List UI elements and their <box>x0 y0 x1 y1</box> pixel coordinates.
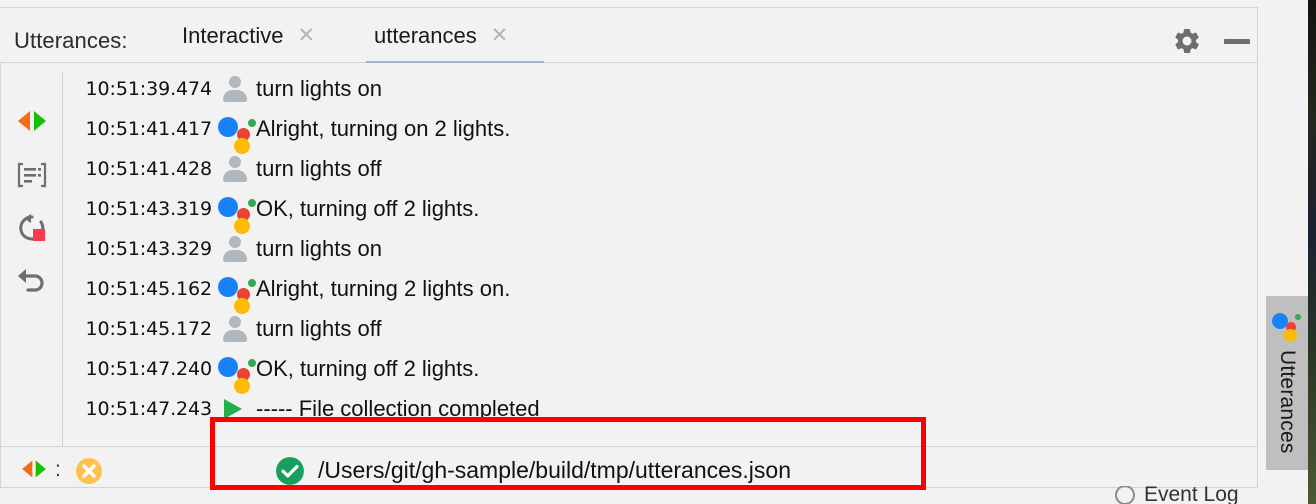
log-message: Alright, turning on 2 lights. <box>256 116 511 141</box>
log-row[interactable]: 10:51:45.162 Alright, turning 2 lights o… <box>62 269 1258 314</box>
log-row[interactable]: 10:51:41.417 Alright, turning on 2 light… <box>62 109 1258 154</box>
log-timestamp: 10:51:47.243 <box>85 398 213 420</box>
log-row[interactable]: 10:51:41.428 turn lights off <box>62 149 1258 189</box>
person-icon <box>212 69 256 109</box>
person-icon <box>212 149 256 189</box>
tab-interactive-label: Interactive <box>182 22 284 48</box>
log-message: ----- File collection completed <box>256 396 540 421</box>
log-message: Alright, turning 2 lights on. <box>256 276 511 301</box>
person-icon <box>212 309 256 349</box>
soft-wrap-icon[interactable] <box>14 157 50 193</box>
console-output[interactable]: 10:51:39.474 turn lights on 10:51:41.417… <box>62 63 1258 446</box>
google-assistant-icon <box>212 349 256 394</box>
right-tool-rail <box>1258 63 1266 488</box>
tab-interactive[interactable]: Interactive ✕ <box>178 8 319 63</box>
error-x-icon[interactable] <box>75 457 103 485</box>
sidebar-item-label: Utterances <box>1276 350 1299 454</box>
screenshot-root: Utterances: Interactive ✕ utterances ✕ 1… <box>0 0 1316 504</box>
log-message: turn lights off <box>256 156 382 181</box>
google-assistant-icon <box>212 189 256 234</box>
google-assistant-icon <box>212 109 256 154</box>
log-message: OK, turning off 2 lights. <box>256 196 480 221</box>
desktop-background-strip <box>1308 0 1316 504</box>
status-bar: : /Users/git/gh-sample/build/tmp/utteran… <box>0 446 1258 488</box>
log-message: turn lights on <box>256 236 382 261</box>
minimize-button[interactable] <box>1224 28 1250 44</box>
log-message: OK, turning off 2 lights. <box>256 356 480 381</box>
log-timestamp: 10:51:45.172 <box>85 318 213 340</box>
sidebar-item-utterances[interactable]: Utterances <box>1266 296 1308 470</box>
tab-utterances-label: utterances <box>374 22 477 48</box>
log-row[interactable]: 10:51:45.172 turn lights off <box>62 309 1258 349</box>
compare-diff-icon[interactable] <box>19 458 49 485</box>
person-icon <box>212 229 256 269</box>
rerun-stop-icon[interactable] <box>14 210 50 246</box>
close-icon[interactable]: ✕ <box>298 25 316 46</box>
minimize-icon <box>1224 39 1250 44</box>
log-row[interactable]: 10:51:39.474 turn lights on <box>62 69 1258 109</box>
log-row[interactable]: 10:51:47.240 OK, turning off 2 lights. <box>62 349 1258 394</box>
tool-window-header: Utterances: Interactive ✕ utterances ✕ <box>0 7 1258 65</box>
log-timestamp: 10:51:41.417 <box>85 118 213 140</box>
log-message: turn lights on <box>256 76 382 101</box>
window-bottom-edge <box>0 488 1258 504</box>
gear-icon[interactable] <box>1172 26 1202 61</box>
google-assistant-icon <box>1272 310 1302 342</box>
tab-utterances[interactable]: utterances ✕ <box>370 8 512 63</box>
log-timestamp: 10:51:43.329 <box>85 238 213 260</box>
status-separator: : <box>55 458 61 481</box>
log-row[interactable]: 10:51:43.329 turn lights on <box>62 229 1258 269</box>
log-timestamp: 10:51:43.319 <box>85 198 213 220</box>
log-row[interactable]: 10:51:47.243 ----- File collection compl… <box>62 389 1258 429</box>
log-row[interactable]: 10:51:43.319 OK, turning off 2 lights. <box>62 189 1258 234</box>
utterances-tool-window: Utterances: Interactive ✕ utterances ✕ 1… <box>0 0 1308 504</box>
circle-icon <box>1115 486 1135 504</box>
output-file-path[interactable]: /Users/git/gh-sample/build/tmp/utterance… <box>318 457 791 484</box>
compare-diff-icon[interactable] <box>14 103 50 139</box>
log-timestamp: 10:51:45.162 <box>85 278 213 300</box>
log-message: turn lights off <box>256 316 382 341</box>
undo-icon[interactable] <box>14 263 50 299</box>
log-timestamp: 10:51:39.474 <box>85 78 213 100</box>
close-icon[interactable]: ✕ <box>491 25 509 46</box>
google-assistant-icon <box>212 269 256 314</box>
left-toolbar <box>0 63 62 446</box>
window-top-edge <box>0 0 1308 7</box>
event-log-button[interactable]: Event Log <box>1115 486 1239 504</box>
log-timestamp: 10:51:41.428 <box>85 158 213 180</box>
success-check-icon <box>275 456 305 486</box>
log-timestamp: 10:51:47.240 <box>85 358 213 380</box>
event-log-label: Event Log <box>1144 486 1239 504</box>
play-icon <box>212 389 256 429</box>
page-title: Utterances: <box>14 28 128 53</box>
